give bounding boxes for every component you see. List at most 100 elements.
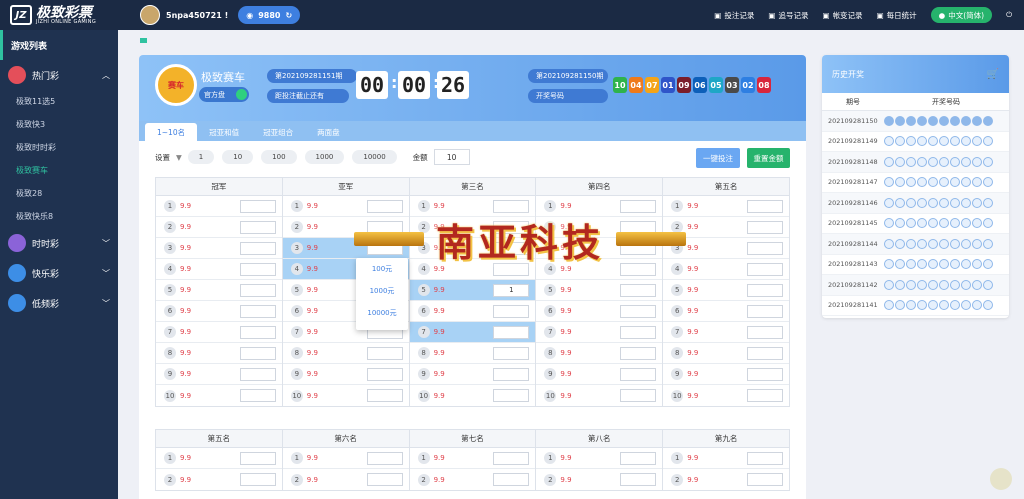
bet-row[interactable]: 2 9.9 [663, 469, 789, 490]
bet-amount-input[interactable] [493, 367, 530, 381]
bet-row[interactable]: 5 9.9 [663, 280, 789, 301]
bet-row[interactable]: 8 9.9 [156, 343, 282, 364]
bet-row[interactable]: 6 9.9 [663, 301, 789, 322]
bet-row[interactable]: 9 9.9 [409, 364, 536, 385]
sidebar-category[interactable]: 时时彩 ﹀ [0, 228, 118, 258]
bet-row[interactable]: 7 9.9 [156, 322, 282, 343]
bet-row[interactable]: 10 9.9 [536, 385, 662, 406]
sidebar-item[interactable]: 极致快3 [0, 113, 118, 136]
bet-row[interactable]: 10 9.9 [410, 385, 536, 406]
bet-row[interactable]: 1 9.9 [409, 448, 536, 469]
bet-amount-input[interactable] [746, 283, 783, 297]
bet-amount-input[interactable] [493, 346, 530, 360]
bet-amount-input[interactable] [620, 367, 657, 381]
bet-amount-input[interactable] [746, 346, 783, 360]
bet-row[interactable]: 3 9.9 [156, 238, 282, 259]
bet-amount-input[interactable] [746, 199, 783, 213]
bet-row[interactable]: 2 9.9 [156, 217, 282, 238]
help-icon[interactable] [990, 468, 1012, 490]
sidebar-category[interactable]: 低频彩 ﹀ [0, 288, 118, 318]
sidebar-item[interactable]: 极致28 [0, 182, 118, 205]
reset-amount-button[interactable]: 重置金额 [747, 148, 790, 168]
bet-amount-input[interactable] [746, 304, 783, 318]
bet-row[interactable]: 7 9.9 [663, 322, 789, 343]
bet-row[interactable]: 8 9.9 [409, 343, 536, 364]
sidebar-category[interactable]: 快乐彩 ﹀ [0, 258, 118, 288]
bet-row[interactable]: 2 9.9 [410, 469, 536, 490]
bet-row[interactable]: 1 9.9 [156, 448, 282, 469]
bet-amount-input[interactable] [746, 262, 783, 276]
bet-amount-input[interactable] [239, 304, 276, 318]
bet-amount-input[interactable] [239, 451, 276, 465]
balance-badge[interactable]: ◉ 9880 ↻ [238, 6, 301, 24]
bet-amount-input[interactable] [239, 346, 276, 360]
bet-amount-input[interactable] [239, 283, 276, 297]
bet-amount-input[interactable] [366, 473, 403, 486]
bet-amount-input[interactable] [746, 220, 783, 234]
bet-amount-input[interactable] [366, 451, 403, 465]
bet-amount-input[interactable] [746, 325, 783, 339]
refresh-icon[interactable]: ↻ [285, 11, 292, 20]
bet-amount-input[interactable] [493, 304, 530, 318]
bet-amount-input[interactable] [620, 325, 657, 339]
bet-row[interactable]: 5 9.9 [156, 280, 282, 301]
bet-amount-input[interactable] [239, 241, 276, 255]
bet-amount-input[interactable] [366, 367, 403, 381]
bet-row[interactable]: 7 9.9 [536, 322, 663, 343]
bet-amount-input[interactable] [620, 451, 657, 465]
bet-row[interactable]: 10 9.9 [156, 385, 282, 406]
bet-row[interactable]: 5 9.9 1 [409, 280, 536, 301]
bet-row[interactable]: 10 9.9 [283, 385, 409, 406]
bet-amount-input[interactable] [746, 241, 783, 255]
bet-row[interactable]: 8 9.9 [663, 343, 789, 364]
bet-row[interactable]: 6 9.9 [536, 301, 663, 322]
bet-row[interactable]: 9 9.9 [156, 364, 282, 385]
bet-amount-input[interactable] [239, 389, 276, 402]
power-icon[interactable]: ⏻ [1006, 10, 1012, 20]
bet-row[interactable]: 2 9.9 [536, 469, 662, 490]
amount-chip[interactable]: 100 [261, 150, 297, 164]
bet-amount-input[interactable] [493, 451, 530, 465]
bet-amount-input[interactable] [366, 199, 403, 213]
bet-row[interactable]: 1 9.9 [282, 448, 409, 469]
sidebar-item[interactable]: 极致赛车 [0, 159, 118, 182]
bet-amount-input[interactable] [239, 199, 276, 213]
bet-amount-input[interactable] [620, 389, 657, 402]
bet-amount-input[interactable] [239, 262, 276, 276]
bet-row[interactable]: 1 9.9 [156, 196, 282, 217]
avatar[interactable] [140, 5, 160, 25]
cart-icon[interactable]: 🛒 [987, 69, 999, 80]
bet-row[interactable]: 5 9.9 [536, 280, 663, 301]
bet-row[interactable]: 9 9.9 [663, 364, 789, 385]
bet-row[interactable]: 2 9.9 [283, 469, 409, 490]
dropdown-option[interactable]: 1000元 [356, 280, 408, 302]
amount-chip[interactable]: 10 [222, 150, 254, 164]
bet-amount-input[interactable] [239, 367, 276, 381]
sidebar-item[interactable]: 极致时时彩 [0, 136, 118, 159]
bet-row[interactable]: 9 9.9 [536, 364, 663, 385]
bet-amount-input[interactable] [239, 325, 276, 339]
bet-amount-input[interactable] [620, 199, 657, 213]
sidebar-item[interactable]: 极致11选5 [0, 90, 118, 113]
bet-amount-input[interactable] [620, 283, 657, 297]
bet-amount-input[interactable] [493, 325, 530, 339]
bet-amount-input[interactable] [746, 367, 783, 381]
bet-amount-input[interactable] [239, 220, 276, 234]
amount-chip[interactable]: 10000 [352, 150, 397, 164]
bet-amount-input[interactable] [620, 473, 657, 486]
amount-chip[interactable]: 1000 [304, 150, 345, 164]
bet-amount-input[interactable]: 1 [493, 283, 530, 297]
amount-input[interactable]: 10 [433, 149, 470, 165]
bet-row[interactable]: 10 9.9 [663, 385, 789, 406]
bet-row[interactable]: 6 9.9 [156, 301, 282, 322]
bet-row[interactable]: 9 9.9 [282, 364, 409, 385]
brand-logo[interactable]: JZ 极致彩票 JIZHI ONLINE GAMING [0, 0, 118, 30]
bet-amount-input[interactable] [366, 389, 403, 402]
sidebar-item[interactable]: 极致快乐8 [0, 205, 118, 228]
bet-row[interactable]: 2 9.9 [156, 469, 282, 490]
bet-amount-input[interactable] [239, 473, 276, 486]
bet-row[interactable]: 4 9.9 [156, 259, 282, 280]
bet-amount-input[interactable] [620, 304, 657, 318]
bet-amount-input[interactable] [746, 389, 783, 402]
bet-row[interactable]: 1 9.9 [663, 448, 789, 469]
